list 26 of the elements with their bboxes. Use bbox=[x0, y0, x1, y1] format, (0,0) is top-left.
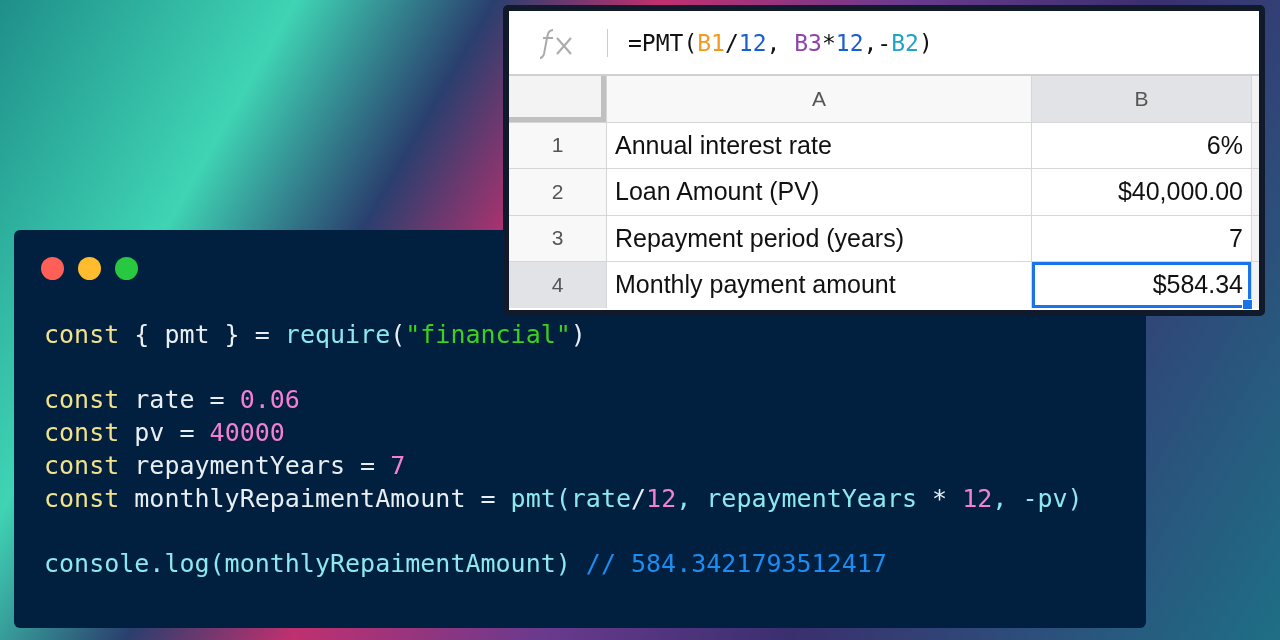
code-line: const monthlyRepaimentAmount = pmt(rate/12, repaymentYears * 12, -pv) bbox=[44, 483, 1083, 515]
code-line: const repaymentYears = 7 bbox=[44, 450, 406, 482]
window-control-icon[interactable] bbox=[115, 257, 138, 280]
table-cell: Repayment period (years) bbox=[607, 215, 1031, 261]
row-header[interactable]: 4 bbox=[509, 262, 606, 308]
fill-handle[interactable] bbox=[1242, 298, 1253, 310]
table-cell: 7 bbox=[1032, 215, 1251, 261]
row-header[interactable]: 1 bbox=[509, 122, 606, 168]
code-line: const pv = 40000 bbox=[44, 417, 285, 449]
corner-header-cell[interactable] bbox=[509, 76, 606, 122]
code-line: const rate = 0.06 bbox=[44, 384, 300, 416]
column-header[interactable]: A bbox=[607, 76, 1031, 122]
table-cell: $584.34 bbox=[1032, 262, 1251, 308]
column-header[interactable]: B bbox=[1032, 76, 1251, 122]
code-line: console.log(monthlyRepaimentAmount) // 584.3421793512417 bbox=[44, 548, 887, 580]
table-cell: Annual interest rate bbox=[607, 122, 1031, 168]
row-header[interactable]: 3 bbox=[509, 215, 606, 261]
formula-field[interactable]: =PMT(B1/12, B3*12,-B2) bbox=[628, 29, 933, 56]
code-line: const { pmt } = require("financial") bbox=[44, 319, 586, 351]
row-header[interactable]: 2 bbox=[509, 169, 606, 215]
table-cell: 6% bbox=[1032, 122, 1251, 168]
table-cell: Monthly payment amount bbox=[607, 262, 1031, 308]
table-cell: $40,000.00 bbox=[1032, 169, 1251, 215]
window-control-icon[interactable] bbox=[78, 257, 101, 280]
table-cell: Loan Amount (PV) bbox=[607, 169, 1031, 215]
window-control-icon[interactable] bbox=[41, 257, 64, 280]
